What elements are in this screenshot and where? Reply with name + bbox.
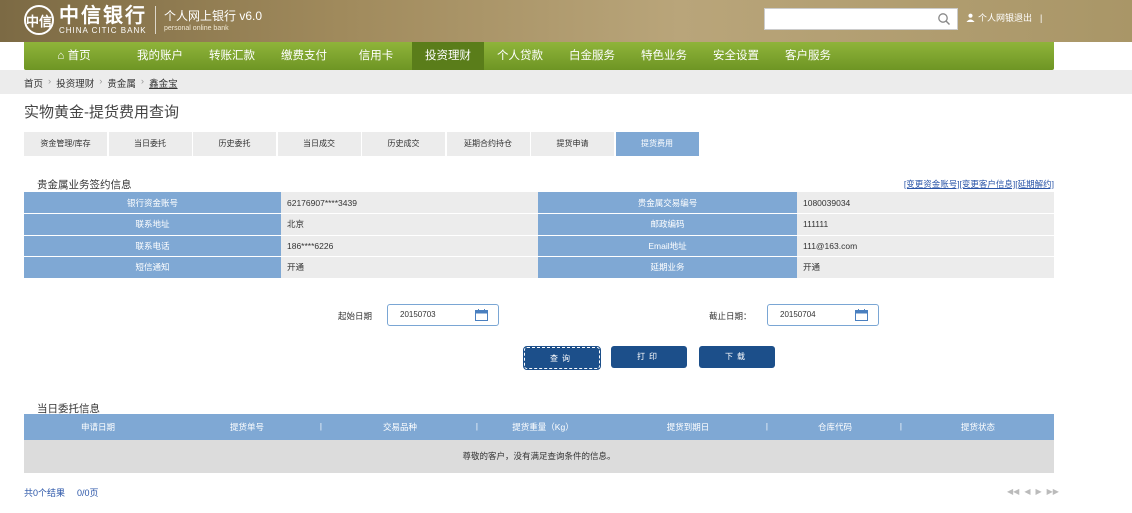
start-date-input[interactable]: 20150703 xyxy=(387,304,499,326)
search-icon[interactable] xyxy=(937,12,951,26)
column-header-delivery-weight: 提货重量（Kg） xyxy=(512,422,574,432)
calendar-icon[interactable] xyxy=(475,309,488,321)
product-name: 个人网上银行 v6.0 personal online bank xyxy=(164,8,262,33)
end-date-value: 20150704 xyxy=(780,310,816,319)
calendar-icon[interactable] xyxy=(855,309,868,321)
tab-delivery-fees[interactable]: 提货费用 xyxy=(615,132,700,156)
print-button[interactable]: 打印 xyxy=(611,346,687,368)
label-address: 联系地址 xyxy=(24,213,281,236)
user-icon xyxy=(966,13,975,22)
breadcrumb: 首页 › 投资理财 › 贵金属 › 鑫金宝 xyxy=(24,76,178,90)
breadcrumb-separator: › xyxy=(99,76,103,87)
tab-delivery-request[interactable]: 提货申请 xyxy=(531,132,615,156)
citic-logo-icon: 中信 xyxy=(24,5,54,35)
product-name-cn: 个人网上银行 v6.0 xyxy=(164,8,263,23)
main-nav: ⌂ 首页 我的账户 转账汇款 缴费支付 信用卡 投资理财 个人贷款 白金服务 特… xyxy=(24,42,1054,70)
breadcrumb-bar: 首页 › 投资理财 › 贵金属 › 鑫金宝 xyxy=(0,70,1132,94)
tab-bar: 资金管理/库存 当日委托 历史委托 当日成交 历史成交 延期合约持仓 提货申请 … xyxy=(24,132,700,156)
breadcrumb-separator: › xyxy=(140,76,145,87)
nav-item-transfer[interactable]: 转账汇款 xyxy=(196,42,268,70)
contract-action-links[interactable]: [变更资金账号][变更客户信息][延期解约] xyxy=(880,178,1054,190)
nav-item-payment[interactable]: 缴费支付 xyxy=(268,42,340,70)
nav-item-loans[interactable]: 个人贷款 xyxy=(484,42,556,70)
nav-item-investment[interactable]: 投资理财 xyxy=(412,42,484,70)
user-divider: | xyxy=(1040,12,1043,23)
value-phone: 186****6226 xyxy=(281,235,538,257)
nav-item-platinum[interactable]: 白金服务 xyxy=(556,42,628,70)
breadcrumb-investment[interactable]: 投资理财 xyxy=(56,76,94,90)
user-area: 个人网银退出 | xyxy=(966,11,1042,24)
value-deferred-business: 开通 xyxy=(797,256,1054,279)
last-page-icon[interactable]: ▶▶ xyxy=(1047,487,1059,496)
table-row: 联系地址 北京 邮政编码 111111 xyxy=(24,213,1054,236)
label-trade-number: 贵金属交易编号 xyxy=(538,192,797,214)
nav-item-my-account[interactable]: 我的账户 xyxy=(124,42,196,70)
label-bank-account: 银行资金账号 xyxy=(24,192,281,214)
nav-item-home[interactable]: ⌂ 首页 xyxy=(24,42,124,70)
end-date-label: 截止日期： xyxy=(709,311,752,321)
user-logout-link[interactable]: 个人网银退出 xyxy=(978,11,1032,24)
column-header-delivery-no: 提货单号 xyxy=(172,414,322,440)
table-row: 联系电话 186****6226 Email地址 111@163.com xyxy=(24,235,1054,257)
table-row: 银行资金账号 62176907****3439 贵金属交易编号 10800390… xyxy=(24,192,1054,214)
value-postal-code: 111111 xyxy=(797,213,1054,236)
pagination: ◀◀ ◀ ▶ ▶▶ xyxy=(1007,487,1064,496)
prev-page-icon[interactable]: ◀ xyxy=(1024,487,1030,496)
nav-item-special[interactable]: 特色业务 xyxy=(628,42,700,70)
result-count: 共0个结果 xyxy=(24,488,66,498)
page-count: 0/0页 xyxy=(77,488,99,498)
bank-logo[interactable]: 中信 中信银行 CHINA CITIC BANK 个人网上银行 v6.0 per… xyxy=(24,4,262,36)
value-sms-notice: 开通 xyxy=(281,256,538,279)
table-row: 短信通知 开通 延期业务 开通 xyxy=(24,256,1054,279)
next-page-icon[interactable]: ▶ xyxy=(1035,487,1041,496)
header: 中信 中信银行 CHINA CITIC BANK 个人网上银行 v6.0 per… xyxy=(0,0,1132,42)
breadcrumb-home[interactable]: 首页 xyxy=(24,76,43,90)
section-title-contract-info: 贵金属业务签约信息 xyxy=(37,179,132,191)
tab-history-trades[interactable]: 历史成交 xyxy=(362,132,446,156)
bank-name-en: CHINA CITIC BANK xyxy=(59,26,147,35)
breadcrumb-separator: › xyxy=(48,76,52,87)
tab-deferred-positions[interactable]: 延期合约持仓 xyxy=(446,132,531,156)
breadcrumb-precious-metals[interactable]: 贵金属 xyxy=(107,76,136,90)
logo-divider xyxy=(155,6,156,34)
column-header-delivery-status: 提货状态 xyxy=(960,422,995,432)
results-table-header: 申请日期 提货单号 交易品种 提货重量（Kg） 提货到期日 仓库代码 提货状态 xyxy=(24,414,1054,440)
contract-info-table: 银行资金账号 62176907****3439 贵金属交易编号 10800390… xyxy=(24,192,1054,279)
query-button[interactable]: 查询 xyxy=(523,346,601,370)
end-date-input[interactable]: 20150704 xyxy=(767,304,879,326)
tab-today-trades[interactable]: 当日成交 xyxy=(277,132,362,156)
nav-item-credit-card[interactable]: 信用卡 xyxy=(340,42,412,70)
column-header-warehouse-code: 仓库代码 xyxy=(768,414,902,440)
first-page-icon[interactable]: ◀◀ xyxy=(1007,487,1019,496)
nav-item-customer-service[interactable]: 客户服务 xyxy=(772,42,844,70)
product-name-en: personal online bank xyxy=(164,24,229,32)
tab-history-orders[interactable]: 历史委托 xyxy=(193,132,277,156)
search-input[interactable] xyxy=(764,8,958,30)
tab-fund-management[interactable]: 资金管理/库存 xyxy=(24,132,108,156)
bank-name-cn: 中信银行 xyxy=(59,3,147,27)
nav-item-security[interactable]: 安全设置 xyxy=(700,42,772,70)
column-header-delivery-due-date: 提货到期日 xyxy=(608,414,768,440)
value-email: 111@163.com xyxy=(797,235,1054,257)
results-summary: 共0个结果 0/0页 xyxy=(24,486,99,499)
label-email: Email地址 xyxy=(538,235,797,257)
label-phone: 联系电话 xyxy=(24,235,281,257)
value-bank-account: 62176907****3439 xyxy=(281,192,538,214)
start-date-value: 20150703 xyxy=(400,310,436,319)
start-date-label: 起始日期 xyxy=(338,311,373,321)
column-header-trade-variety: 交易品种 xyxy=(322,414,478,440)
results-empty-message: 尊敬的客户，没有满足查询条件的信息。 xyxy=(24,440,1054,473)
breadcrumb-xinjinbao[interactable]: 鑫金宝 xyxy=(149,76,178,90)
label-sms-notice: 短信通知 xyxy=(24,256,281,279)
column-header-apply-date: 申请日期 xyxy=(80,422,115,432)
label-postal-code: 邮政编码 xyxy=(538,213,797,236)
page-title: 实物黄金-提货费用查询 xyxy=(24,104,179,121)
tab-today-orders[interactable]: 当日委托 xyxy=(108,132,193,156)
value-address: 北京 xyxy=(281,213,538,236)
download-button[interactable]: 下载 xyxy=(699,346,775,368)
logo-text: 中信银行 CHINA CITIC BANK xyxy=(59,4,147,36)
label-deferred-business: 延期业务 xyxy=(538,256,797,279)
value-trade-number: 1080039034 xyxy=(797,192,1054,214)
